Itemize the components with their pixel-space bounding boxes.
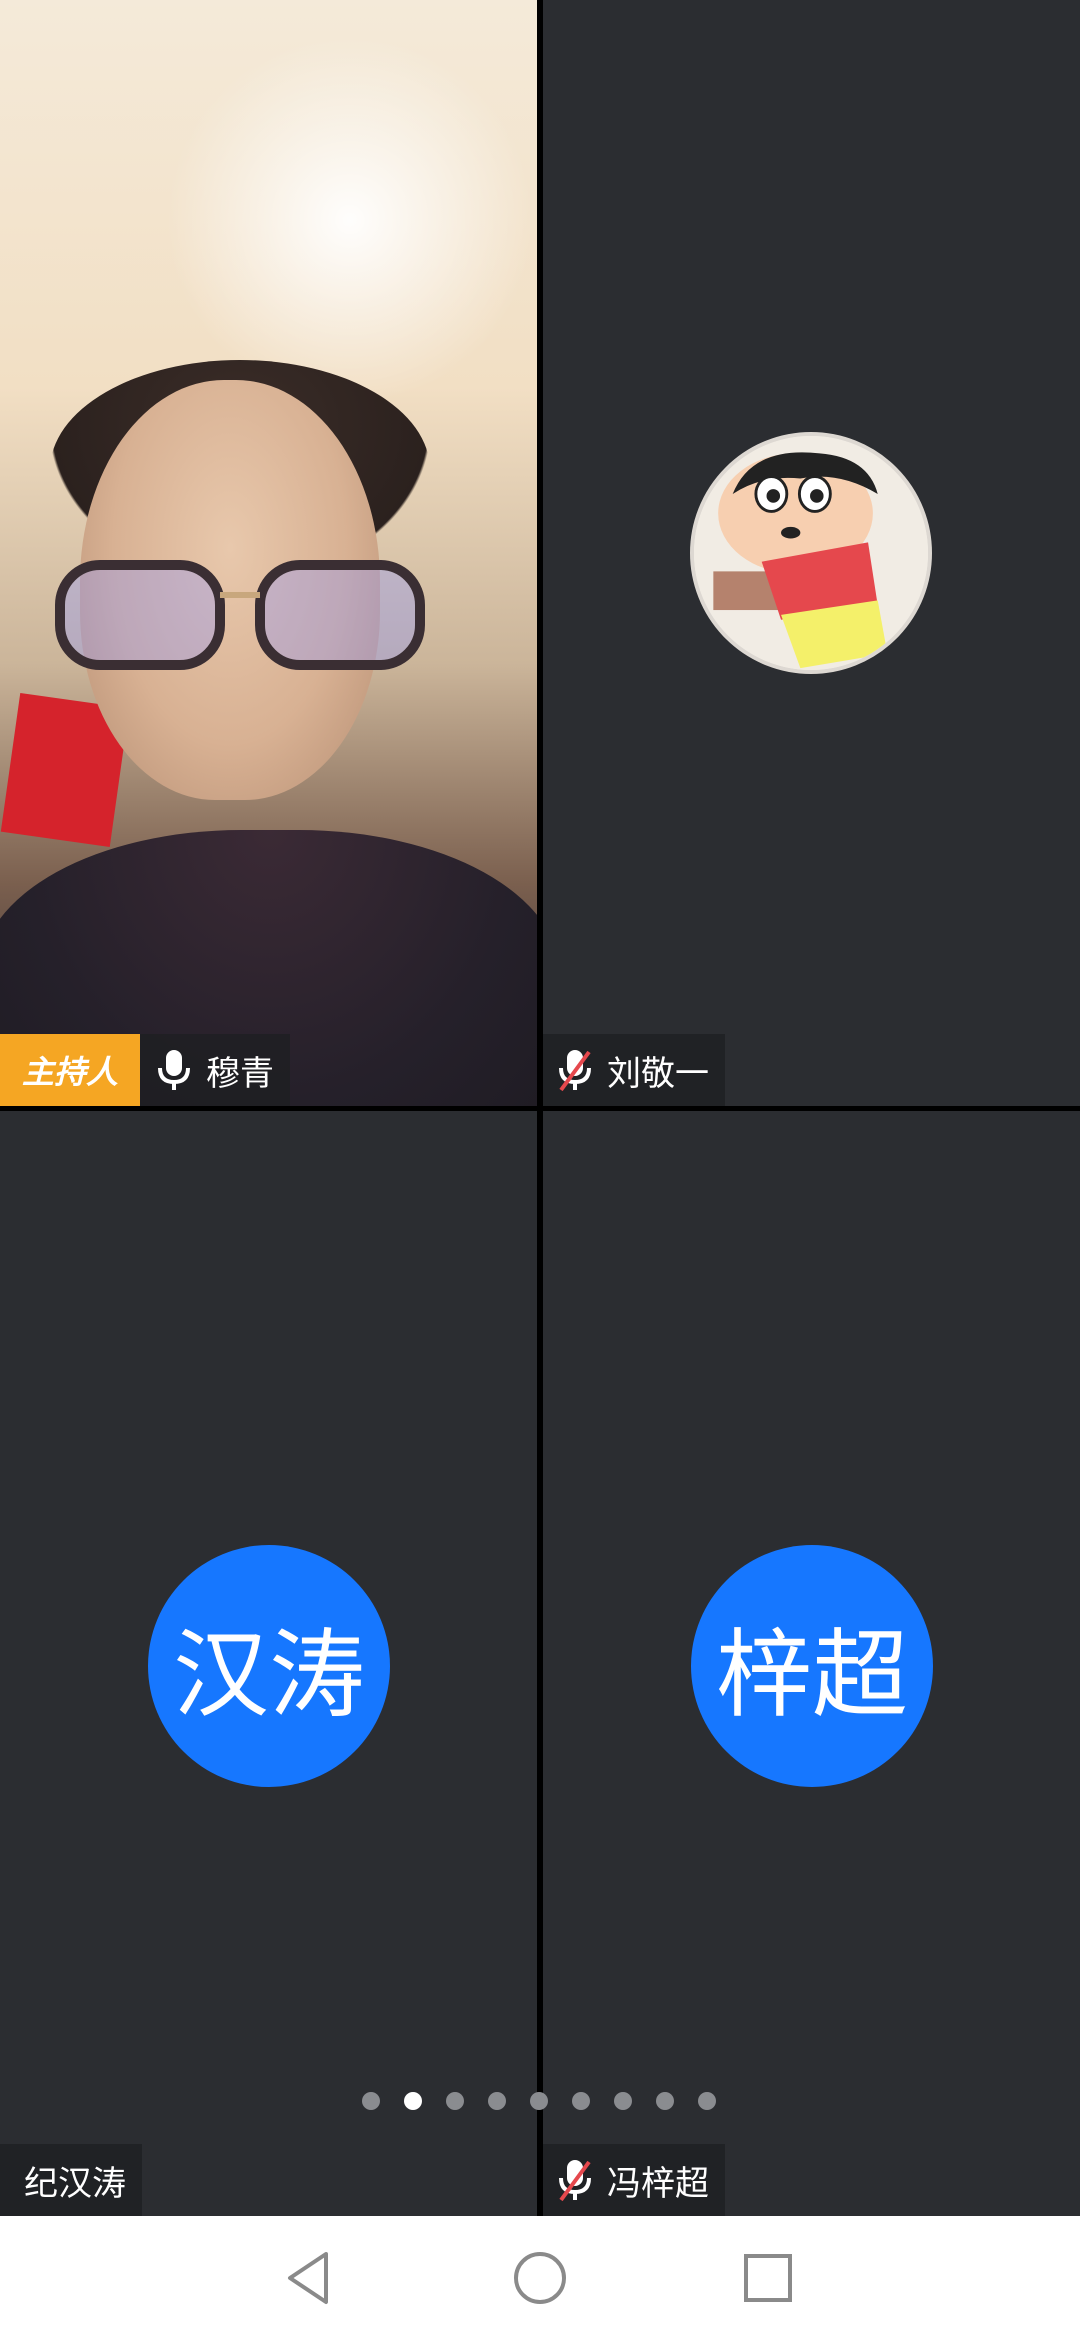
page-dot[interactable]	[656, 2092, 674, 2110]
participant-name: 冯梓超	[607, 2163, 709, 2204]
back-triangle-icon[interactable]	[276, 2246, 340, 2310]
page-dot[interactable]	[446, 2092, 464, 2110]
video-tile-zi[interactable]: 梓超 冯梓超	[543, 1111, 1080, 2216]
video-tile-liu[interactable]: 刘敬一	[543, 0, 1080, 1106]
cartoon-boy-avatar	[690, 432, 932, 674]
page-dot[interactable]	[530, 2092, 548, 2110]
mic-muted-icon	[559, 1050, 591, 1092]
page-dot[interactable]	[614, 2092, 632, 2110]
nametag-zi: 冯梓超	[543, 2144, 725, 2216]
page-dot[interactable]	[572, 2092, 590, 2110]
mic-on-icon	[158, 1050, 191, 1090]
page-indicator[interactable]	[362, 2092, 722, 2114]
page-dot[interactable]	[698, 2092, 716, 2110]
nametag-liu: 刘敬一	[543, 1034, 725, 1106]
page-dot[interactable]	[404, 2092, 422, 2110]
participant-name: 纪汉涛	[24, 2163, 126, 2204]
recents-square-icon[interactable]	[736, 2246, 800, 2310]
home-circle-icon[interactable]	[508, 2246, 572, 2310]
nametag-host: 主持人 穆青	[0, 1034, 291, 1106]
camera-feed-glasses	[55, 560, 425, 670]
page-dot[interactable]	[362, 2092, 380, 2110]
avatar-text-circle: 梓超	[691, 1545, 933, 1787]
avatar-text-circle: 汉涛	[148, 1545, 390, 1787]
participant-name: 穆青	[206, 1053, 275, 1094]
participant-name: 刘敬一	[607, 1053, 709, 1094]
camera-feed-light	[160, 40, 537, 400]
nametag-han: 纪汉涛	[0, 2144, 142, 2216]
mic-muted-icon	[559, 2160, 591, 2202]
host-badge: 主持人	[0, 1034, 141, 1106]
video-tile-host[interactable]: 主持人 穆青	[0, 0, 537, 1106]
page-dot[interactable]	[488, 2092, 506, 2110]
video-tile-han[interactable]: 汉涛 纪汉涛	[0, 1111, 537, 2216]
system-nav-bar	[0, 2216, 1080, 2340]
